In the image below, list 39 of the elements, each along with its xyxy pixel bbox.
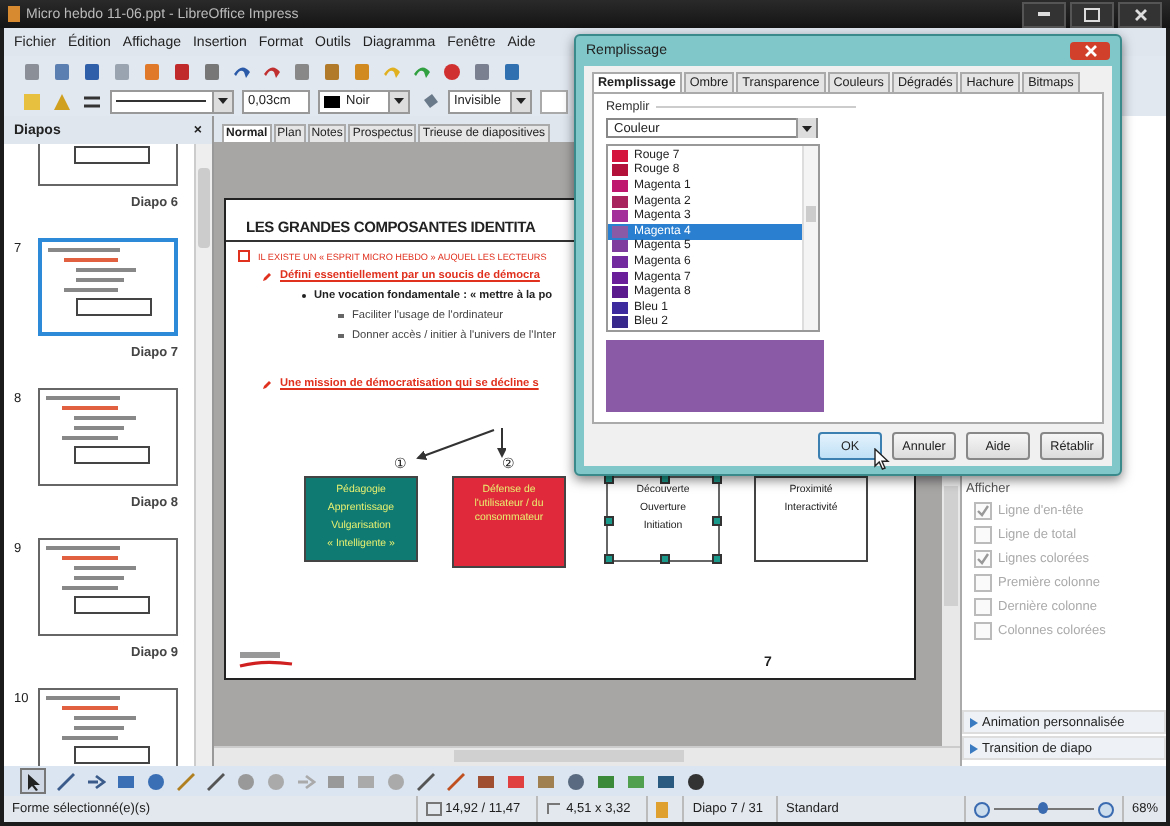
ellipse-icon[interactable] xyxy=(144,770,166,792)
select-pointer-icon[interactable] xyxy=(20,768,46,794)
arrow-line-icon[interactable] xyxy=(84,770,106,792)
slide-thumbnail[interactable] xyxy=(38,388,178,486)
slide-thumbnail[interactable] xyxy=(38,538,178,636)
pencil-bullet-icon xyxy=(262,379,272,389)
close-icon xyxy=(1133,7,1147,21)
caret-icon xyxy=(802,125,812,131)
scrollbar[interactable] xyxy=(942,478,960,746)
scrollbar[interactable] xyxy=(214,746,960,766)
app-icon xyxy=(8,6,20,22)
caret-icon xyxy=(218,98,228,104)
rectangle-icon[interactable] xyxy=(114,770,136,792)
zoom-in-button[interactable] xyxy=(1097,801,1114,817)
scrollbar[interactable] xyxy=(194,144,212,766)
zoom-out-button[interactable] xyxy=(973,801,990,817)
mouse-pointer-icon xyxy=(874,448,890,470)
maximize-button[interactable] xyxy=(1070,1,1114,27)
scrollbar[interactable] xyxy=(802,146,818,330)
caret-icon xyxy=(394,98,404,104)
position-icon xyxy=(425,802,442,816)
expand-arrow-icon xyxy=(970,717,978,727)
pencil-bullet-icon xyxy=(262,271,272,281)
minimize-button[interactable] xyxy=(1022,1,1066,27)
slide-thumbnail[interactable] xyxy=(38,238,178,336)
close-button[interactable] xyxy=(1118,1,1162,27)
caret-icon xyxy=(516,98,526,104)
size-icon xyxy=(546,802,563,816)
zoom-slider[interactable] xyxy=(1038,802,1049,814)
logo-icon xyxy=(238,650,294,670)
expand-arrow-icon xyxy=(970,743,978,753)
close-button[interactable] xyxy=(1070,42,1110,60)
checkbox-bullet-icon xyxy=(238,250,250,262)
slide-thumbnail[interactable] xyxy=(38,688,178,766)
line-style-dropdown[interactable] xyxy=(110,89,234,113)
line-icon[interactable] xyxy=(54,770,76,792)
close-icon xyxy=(1083,44,1097,58)
area-fill-field[interactable] xyxy=(540,89,568,113)
block-arrow-icon[interactable] xyxy=(294,770,316,792)
